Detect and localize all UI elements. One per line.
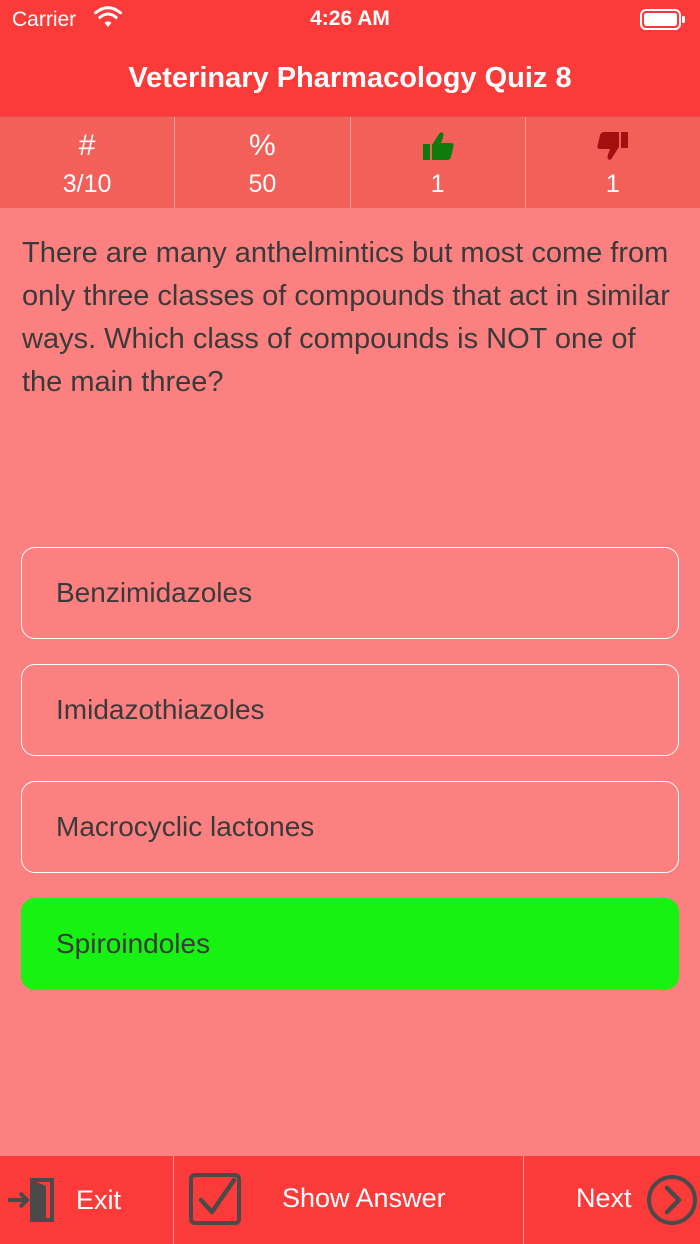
thumbs-down-icon [597,132,628,160]
next-button[interactable]: Next [524,1156,700,1244]
score-stats-bar: # 3/10 % 50 1 1 [0,116,700,208]
percent-score: 50 [248,170,277,198]
answer-option-2[interactable]: Imidazothiazoles [21,664,679,756]
answer-option-3[interactable]: Macrocyclic lactones [21,781,679,873]
correct-count: 1 [430,170,445,198]
exit-door-icon [8,1178,54,1222]
answer-option-4[interactable]: Spiroindoles [21,898,679,990]
battery-icon [640,9,685,30]
thumbs-up-icon [422,132,454,160]
stat-percent: % 50 [175,117,351,208]
stat-correct: 1 [351,117,526,208]
wrong-count: 1 [605,170,620,198]
next-label: Next [576,1183,632,1213]
page-title: Veterinary Pharmacology Quiz 8 [128,61,572,94]
answer-label: Macrocyclic lactones [56,811,315,842]
question-progress: 3/10 [62,170,112,198]
chevron-circle-right-icon [647,1175,697,1225]
quiz-title-bar: Veterinary Pharmacology Quiz 8 [0,40,700,116]
stat-wrong: 1 [526,117,700,208]
bottom-toolbar: Exit Show Answer Next [0,1156,700,1244]
stat-question-number: # 3/10 [0,117,176,208]
exit-label: Exit [76,1184,122,1215]
answer-label: Benzimidazoles [56,577,253,608]
answer-option-1[interactable]: Benzimidazoles [21,547,679,639]
show-answer-label: Show Answer [282,1183,446,1213]
percent-icon: % [249,129,276,162]
checkbox-icon [189,1173,241,1225]
clock: 4:26 AM [310,7,390,30]
answer-label: Imidazothiazoles [56,694,265,725]
answer-label: Spiroindoles [56,928,211,959]
exit-button[interactable]: Exit [0,1156,174,1244]
show-answer-button[interactable]: Show Answer [174,1156,524,1244]
question-text: There are many anthelmintics but most co… [22,237,670,398]
status-bar: Carrier 4:26 AM [0,0,700,40]
hash-icon: # [78,129,96,162]
